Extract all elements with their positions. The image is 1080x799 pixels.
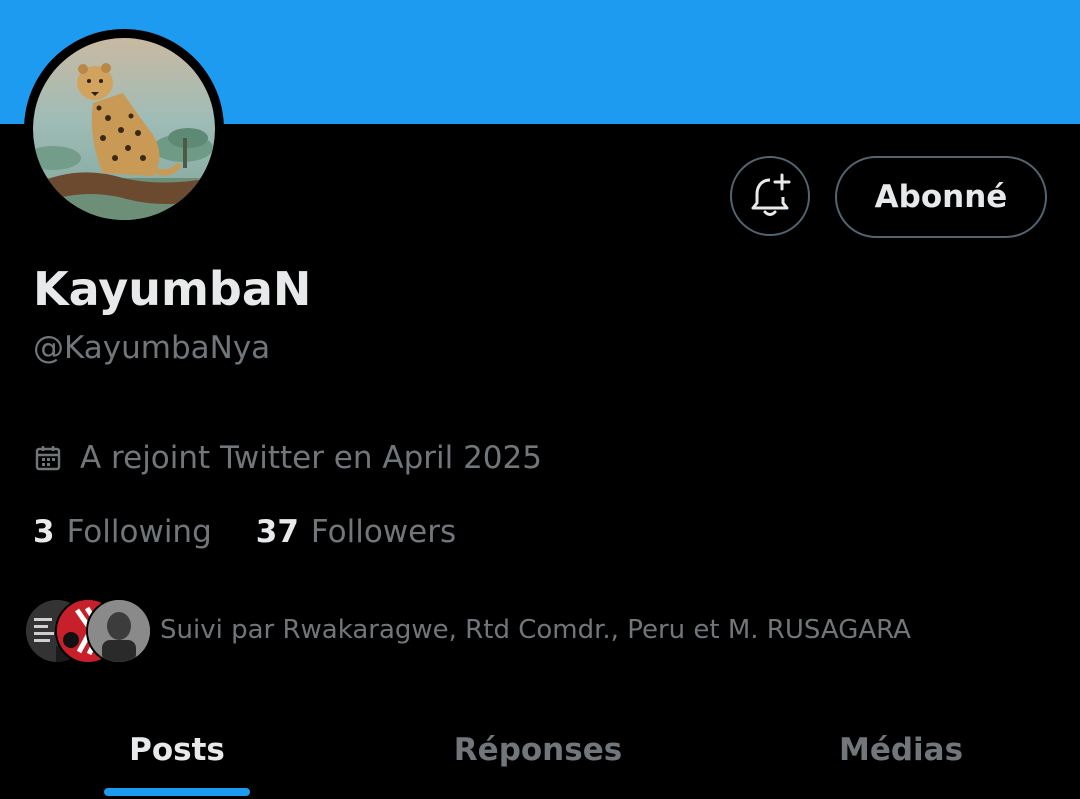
display-name: KayumbaN	[33, 262, 312, 316]
join-date-text: A rejoint Twitter en April 2025	[80, 440, 542, 476]
followers-count: 37	[255, 514, 299, 550]
tab-posts[interactable]: Posts	[0, 700, 354, 799]
following-count: 3	[33, 514, 55, 550]
bell-plus-icon	[751, 173, 791, 216]
followed-by[interactable]: Suivi par Rwakaragwe, Rtd Comdr., Peru e…	[24, 598, 911, 664]
tab-replies[interactable]: Réponses	[354, 700, 722, 799]
avatar-image	[33, 38, 215, 220]
user-handle: @KayumbaNya	[33, 330, 271, 366]
following-button[interactable]: Abonné	[835, 156, 1047, 238]
followed-by-avatars	[24, 598, 152, 664]
active-tab-indicator	[104, 788, 250, 796]
follow-stats: 3 Following 37 Followers	[33, 514, 456, 550]
profile-tabs: Posts Réponses Médias	[0, 700, 1080, 799]
following-label: Following	[66, 514, 212, 550]
followers-label: Followers	[310, 514, 457, 550]
calendar-icon	[35, 446, 61, 471]
followed-by-text: Suivi par Rwakaragwe, Rtd Comdr., Peru e…	[160, 615, 911, 645]
follower-avatar	[86, 598, 152, 664]
followers-link[interactable]: 37 Followers	[256, 514, 456, 550]
following-link[interactable]: 3 Following	[33, 514, 212, 550]
join-date: A rejoint Twitter en April 2025	[34, 440, 542, 476]
profile-avatar[interactable]	[24, 29, 224, 229]
notifications-button[interactable]	[730, 156, 810, 236]
tab-media[interactable]: Médias	[722, 700, 1080, 799]
